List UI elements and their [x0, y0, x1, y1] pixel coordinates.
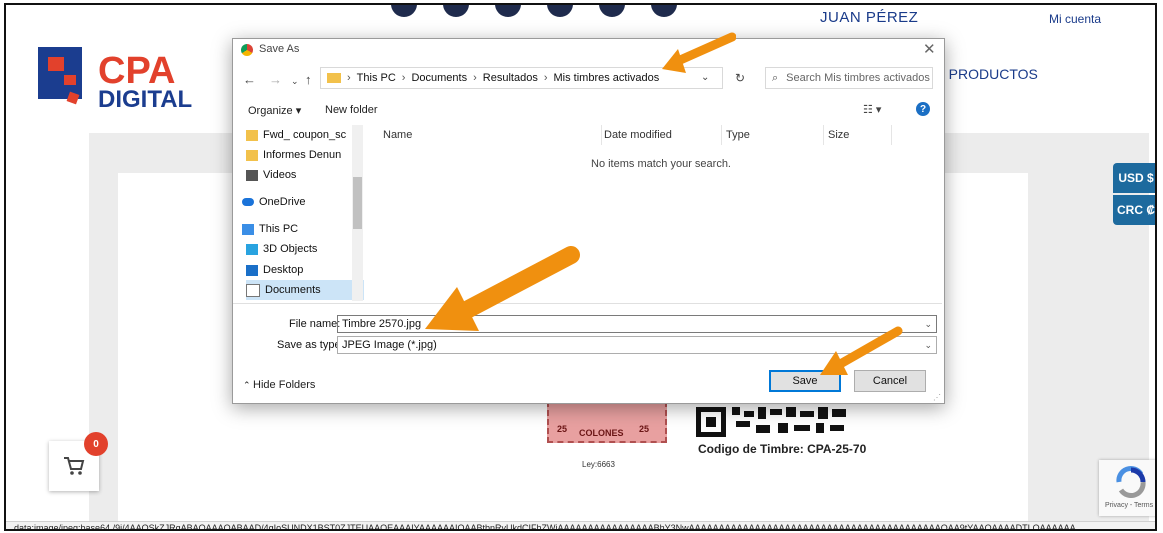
stamp-value-right: 25	[639, 424, 650, 434]
cart-products-count[interactable]: 0 PRODUCTOS	[937, 66, 1038, 82]
documents-icon	[246, 283, 260, 297]
stamp-code: Codigo de Timbre: CPA-25-70	[698, 442, 867, 456]
desktop-icon	[246, 264, 258, 276]
stamp-label: COLONES	[579, 428, 624, 438]
tree-item-documents[interactable]: Documents	[246, 280, 364, 300]
cart-count-badge: 0	[84, 432, 108, 456]
tree-item-videos[interactable]: Videos	[246, 165, 364, 185]
header-decoration	[391, 5, 703, 22]
navigation-tree: Fwd_ coupon_sc Informes Denun Videos One…	[242, 123, 366, 303]
save-as-type-label: Save as type:	[277, 339, 344, 351]
back-arrow-icon[interactable]: ←	[243, 72, 256, 87]
forward-arrow-icon[interactable]: →	[269, 72, 282, 87]
status-bar: data:image/jpeg;base64,/9j/4AAQSkZJRgABA…	[6, 521, 1155, 529]
tree-item-onedrive[interactable]: OneDrive	[242, 192, 360, 212]
recaptcha-icon	[1116, 466, 1146, 498]
search-input[interactable]: ⌕ Search Mis timbres activados	[765, 67, 933, 89]
search-placeholder: Search Mis timbres activados	[786, 72, 930, 84]
chevron-up-icon: ⌃	[243, 380, 254, 390]
column-size[interactable]: Size	[828, 129, 849, 141]
file-name-value: Timbre 2570.jpg	[342, 318, 422, 330]
qr-code-image	[696, 407, 846, 437]
cube-icon	[246, 243, 258, 255]
dialog-title: Save As	[259, 43, 300, 55]
computer-icon	[242, 223, 254, 235]
cart-icon	[64, 457, 85, 475]
breadcrumb-resultados[interactable]: Resultados	[483, 72, 538, 84]
folder-icon	[327, 73, 341, 83]
arrow-annotation-icon	[425, 246, 580, 331]
videos-icon	[246, 169, 258, 181]
folder-icon	[246, 149, 258, 161]
new-folder-button[interactable]: New folder	[325, 104, 378, 116]
up-arrow-icon[interactable]: ↑	[305, 72, 312, 87]
view-options-icon[interactable]: ☷ ▾	[863, 103, 881, 116]
tree-scrollbar-thumb[interactable]	[353, 177, 362, 229]
organize-menu[interactable]: Organize ▾	[248, 104, 301, 117]
file-name-label: File name:	[289, 318, 341, 330]
tree-item-fwd-coupon[interactable]: Fwd_ coupon_sc	[246, 125, 364, 145]
empty-list-message: No items match your search.	[591, 158, 731, 170]
chevron-down-icon[interactable]: ⌄	[924, 340, 932, 351]
chevron-down-icon[interactable]: ⌄	[924, 319, 932, 330]
stamp-law: Ley:6663	[582, 460, 615, 469]
site-logo[interactable]: CPA DIGITAL	[38, 45, 218, 115]
arrow-annotation-icon	[662, 32, 736, 73]
currency-crc-button[interactable]: CRC ₡	[1113, 195, 1155, 225]
user-name[interactable]: JUAN PÉREZ	[820, 9, 918, 26]
breadcrumb-this-pc[interactable]: This PC	[357, 72, 396, 84]
logo-text-bottom: DIGITAL	[98, 86, 192, 113]
cloud-icon	[242, 198, 254, 206]
close-icon[interactable]: ✕	[923, 40, 936, 58]
recent-locations-icon[interactable]: ⌄	[291, 76, 299, 87]
my-account-link[interactable]: Mi cuenta	[1049, 12, 1101, 26]
tree-item-3d-objects[interactable]: 3D Objects	[246, 239, 364, 259]
stamp-value-left: 25	[557, 424, 568, 434]
chrome-icon	[241, 44, 253, 56]
resize-grip-icon[interactable]: ⋰	[933, 393, 941, 402]
column-date-modified[interactable]: Date modified	[604, 129, 672, 141]
breadcrumb-current-folder[interactable]: Mis timbres activados	[554, 72, 660, 84]
folder-icon	[246, 129, 258, 141]
hide-folders-button[interactable]: ⌃ Hide Folders	[243, 379, 315, 391]
tree-item-this-pc[interactable]: This PC	[242, 219, 360, 239]
tree-item-informes[interactable]: Informes Denun	[246, 145, 364, 165]
tree-item-desktop[interactable]: Desktop	[246, 260, 364, 280]
column-name[interactable]: Name	[383, 129, 412, 141]
search-icon: ⌕	[772, 71, 779, 84]
arrow-annotation-icon	[820, 326, 903, 375]
currency-usd-button[interactable]: USD $	[1113, 163, 1155, 193]
breadcrumb-documents[interactable]: Documents	[411, 72, 467, 84]
help-icon[interactable]: ?	[916, 102, 930, 116]
column-type[interactable]: Type	[726, 129, 750, 141]
recaptcha-text[interactable]: Privacy - Terms	[1105, 502, 1153, 509]
browser-frame: CPA DIGITAL JUAN PÉREZ Mi cuenta 0 PRODU…	[4, 3, 1157, 531]
